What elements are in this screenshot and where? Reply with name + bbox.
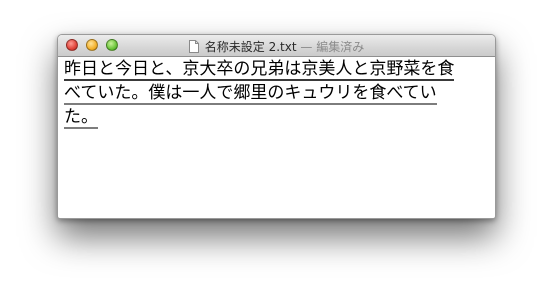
text-line: 昨日と今日と、京大卒の兄弟は京美人と京野菜を食	[64, 57, 489, 81]
edited-status: — 編集済み	[300, 40, 365, 54]
text-editor-window: 名称未設定 2.txt — 編集済み 昨日と今日と、京大卒の兄弟は京美人と京野菜…	[57, 34, 496, 219]
text-line: べていた。僕は一人で郷里のキュウリを食べてい	[64, 81, 489, 105]
text-line-content: べていた。僕は一人で郷里のキュウリを食べてい	[64, 83, 437, 105]
document-filename: 名称未設定 2.txt	[204, 40, 297, 54]
title-bar[interactable]: 名称未設定 2.txt — 編集済み	[58, 35, 495, 57]
window-title: 名称未設定 2.txt — 編集済み	[58, 38, 495, 55]
document-icon	[188, 40, 199, 53]
text-area[interactable]: 昨日と今日と、京大卒の兄弟は京美人と京野菜を食 べていた。僕は一人で郷里のキュウ…	[58, 57, 495, 218]
text-line-content: 昨日と今日と、京大卒の兄弟は京美人と京野菜を食	[64, 59, 455, 81]
text-line: た。	[64, 105, 489, 129]
text-line-content: た。	[64, 107, 98, 129]
